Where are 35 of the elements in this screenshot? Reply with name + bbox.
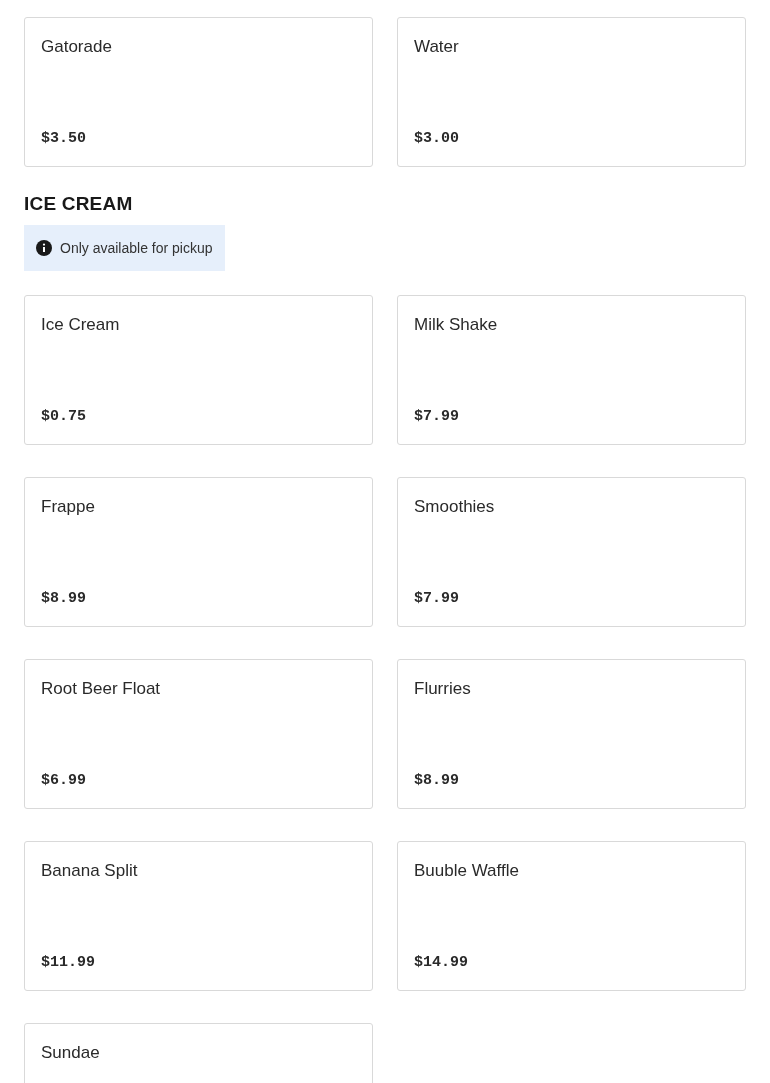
menu-item-card[interactable]: Sundae — [24, 1023, 373, 1083]
item-price: $0.75 — [41, 408, 86, 425]
menu-item-card[interactable]: Frappe $8.99 — [24, 477, 373, 627]
item-price: $6.99 — [41, 772, 86, 789]
item-price: $11.99 — [41, 954, 95, 971]
item-price: $8.99 — [41, 590, 86, 607]
menu-item-card[interactable]: Buuble Waffle $14.99 — [397, 841, 746, 991]
info-icon — [36, 240, 52, 256]
item-name: Flurries — [414, 679, 471, 699]
item-name: Ice Cream — [41, 315, 120, 335]
notice-text: Only available for pickup — [60, 240, 213, 256]
menu-item-card[interactable]: Water $3.00 — [397, 17, 746, 167]
item-price: $3.00 — [414, 130, 459, 147]
menu-item-card[interactable]: Smoothies $7.99 — [397, 477, 746, 627]
menu-item-card[interactable]: Milk Shake $7.99 — [397, 295, 746, 445]
item-name: Root Beer Float — [41, 679, 161, 699]
item-name: Water — [414, 37, 459, 57]
menu-item-card[interactable]: Root Beer Float $6.99 — [24, 659, 373, 809]
item-price: $3.50 — [41, 130, 86, 147]
section-heading: ICE CREAM — [24, 193, 134, 215]
item-price: $14.99 — [414, 954, 468, 971]
item-name: Sundae — [41, 1043, 100, 1063]
menu-item-card[interactable]: Banana Split $11.99 — [24, 841, 373, 991]
menu-item-card[interactable]: Ice Cream $0.75 — [24, 295, 373, 445]
item-name: Milk Shake — [414, 315, 498, 335]
item-name: Gatorade — [41, 37, 112, 57]
item-name: Frappe — [41, 497, 95, 517]
item-price: $7.99 — [414, 590, 459, 607]
item-price: $8.99 — [414, 772, 459, 789]
item-price: $7.99 — [414, 408, 459, 425]
menu-item-card[interactable]: Flurries $8.99 — [397, 659, 746, 809]
item-name: Buuble Waffle — [414, 861, 519, 881]
item-name: Smoothies — [414, 497, 495, 517]
menu-item-card[interactable]: Gatorade $3.50 — [24, 17, 373, 167]
item-name: Banana Split — [41, 861, 138, 881]
